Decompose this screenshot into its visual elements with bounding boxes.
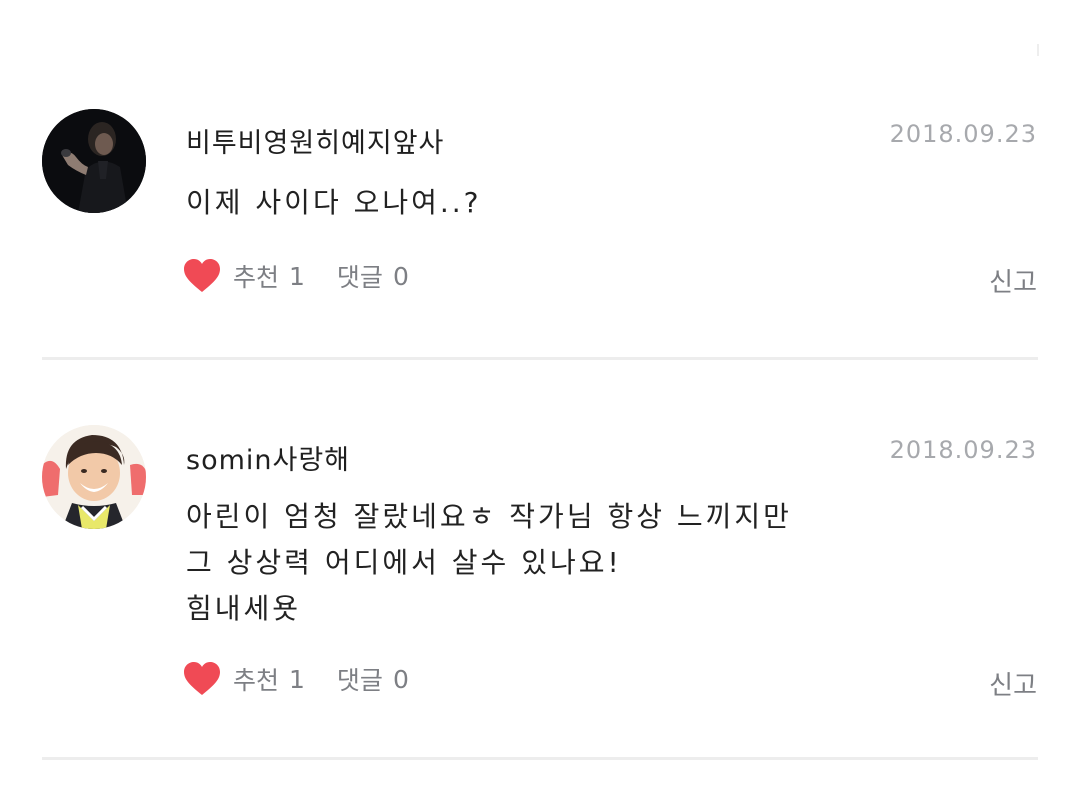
comment-date: 2018.09.23 [889, 436, 1037, 464]
like-count: 1 [289, 664, 305, 694]
comment-username[interactable]: 비투비영원히예지앞사 [186, 121, 444, 160]
reply-label: 댓글 [336, 666, 383, 695]
reply-count: 0 [392, 261, 409, 291]
reply-button[interactable]: 댓글 0 [337, 661, 409, 697]
user-avatar-icon[interactable] [42, 425, 146, 529]
comment-body: 이제 사이다 오나여..? [186, 180, 946, 226]
comment-body-line: 그 상상력 어디에서 살수 있나요! [186, 546, 622, 579]
comment-username[interactable]: somin사랑해 [186, 438, 350, 477]
like-button[interactable]: 추천 1 [183, 661, 305, 697]
report-button[interactable]: 신고 [989, 665, 1037, 702]
comment-body-line: 이제 사이다 오나여..? [186, 186, 482, 219]
like-count: 1 [289, 261, 305, 291]
reply-label: 댓글 [336, 263, 383, 292]
like-label: 추천 [233, 666, 280, 695]
comment-item: somin사랑해 2018.09.23 아린이 엄청 잘랐네요ㅎ 작가님 항상 … [0, 360, 1080, 762]
like-button[interactable]: 추천 1 [183, 258, 305, 294]
comment-body-line: 아린이 엄청 잘랐네요ㅎ 작가님 항상 느끼지만 [186, 500, 792, 533]
comment-item: 비투비영원히예지앞사 2018.09.23 이제 사이다 오나여..? 추천 1… [0, 0, 1080, 360]
reply-button[interactable]: 댓글 0 [337, 258, 409, 294]
divider [42, 757, 1038, 760]
report-button[interactable]: 신고 [989, 262, 1037, 299]
like-label: 추천 [233, 263, 280, 292]
heart-icon[interactable] [183, 661, 221, 697]
comment-actions: 추천 1 댓글 0 [183, 256, 409, 296]
reply-count: 0 [392, 664, 409, 694]
comment-body-line: 힘내세욧 [186, 592, 302, 625]
comment-actions: 추천 1 댓글 0 [183, 659, 409, 699]
user-avatar-icon[interactable] [42, 109, 146, 213]
heart-icon[interactable] [183, 258, 221, 294]
comment-date: 2018.09.23 [889, 120, 1037, 148]
comment-body: 아린이 엄청 잘랐네요ㅎ 작가님 항상 느끼지만 그 상상력 어디에서 살수 있… [186, 494, 946, 632]
